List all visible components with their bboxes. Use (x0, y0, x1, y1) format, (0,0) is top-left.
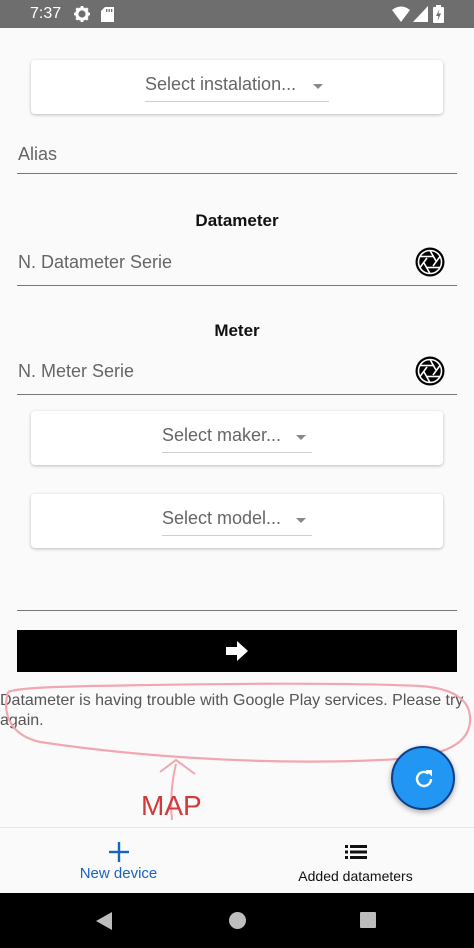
chevron-down-icon (313, 84, 323, 89)
camera-shutter-icon[interactable] (415, 247, 445, 277)
model-dropdown[interactable]: Select model... (162, 506, 312, 536)
plus-icon (109, 842, 129, 862)
error-message: Datameter is having trouble with Google … (0, 692, 464, 729)
bottom-navigation: New device Added datameters (0, 827, 474, 893)
chevron-down-icon (296, 435, 306, 440)
maker-dropdown[interactable]: Select maker... (162, 423, 312, 453)
wifi-icon (392, 6, 410, 22)
tab-added-datameters-label: Added datameters (298, 868, 413, 884)
datameter-title: Datameter (195, 211, 279, 230)
alias-field[interactable]: Alias (17, 138, 457, 174)
tab-added-datameters[interactable]: Added datameters (237, 828, 474, 894)
model-select-label: Select model... (162, 508, 282, 528)
meter-serie-placeholder: N. Meter Serie (18, 361, 135, 381)
alias-placeholder: Alias (18, 144, 58, 164)
status-time: 7:37 (30, 5, 62, 22)
divider-line (17, 610, 457, 611)
system-navigation-bar (0, 893, 474, 948)
installation-select[interactable]: Select instalation... (31, 60, 443, 114)
sd-card-icon (101, 7, 114, 22)
gear-icon (74, 6, 90, 22)
installation-select-label: Select instalation... (145, 74, 297, 94)
meter-serie-field[interactable]: N. Meter Serie (17, 354, 457, 395)
installation-dropdown[interactable]: Select instalation... (145, 72, 329, 102)
maker-select-label: Select maker... (162, 425, 282, 445)
status-bar: 7:37 (0, 0, 474, 28)
meter-title: Meter (214, 321, 260, 340)
chevron-down-icon (296, 518, 306, 523)
refresh-button[interactable] (391, 746, 455, 810)
maker-select[interactable]: Select maker... (31, 411, 443, 465)
battery-icon (433, 5, 444, 23)
tab-new-device-label: New device (79, 865, 158, 882)
recents-icon[interactable] (360, 912, 376, 928)
signal-icon (413, 6, 428, 22)
refresh-icon (415, 770, 433, 788)
datameter-serie-field[interactable]: N. Datameter Serie (17, 245, 457, 286)
arrow-right-icon (226, 641, 248, 661)
back-icon[interactable] (95, 911, 113, 931)
camera-shutter-icon[interactable] (415, 356, 445, 386)
list-icon (345, 845, 367, 859)
tab-new-device[interactable]: New device (0, 828, 237, 894)
map-annotation-label: MAP (141, 790, 202, 821)
model-select[interactable]: Select model... (31, 494, 443, 548)
datameter-serie-placeholder: N. Datameter Serie (18, 252, 173, 272)
next-button[interactable] (17, 630, 457, 672)
home-icon[interactable] (229, 912, 246, 929)
